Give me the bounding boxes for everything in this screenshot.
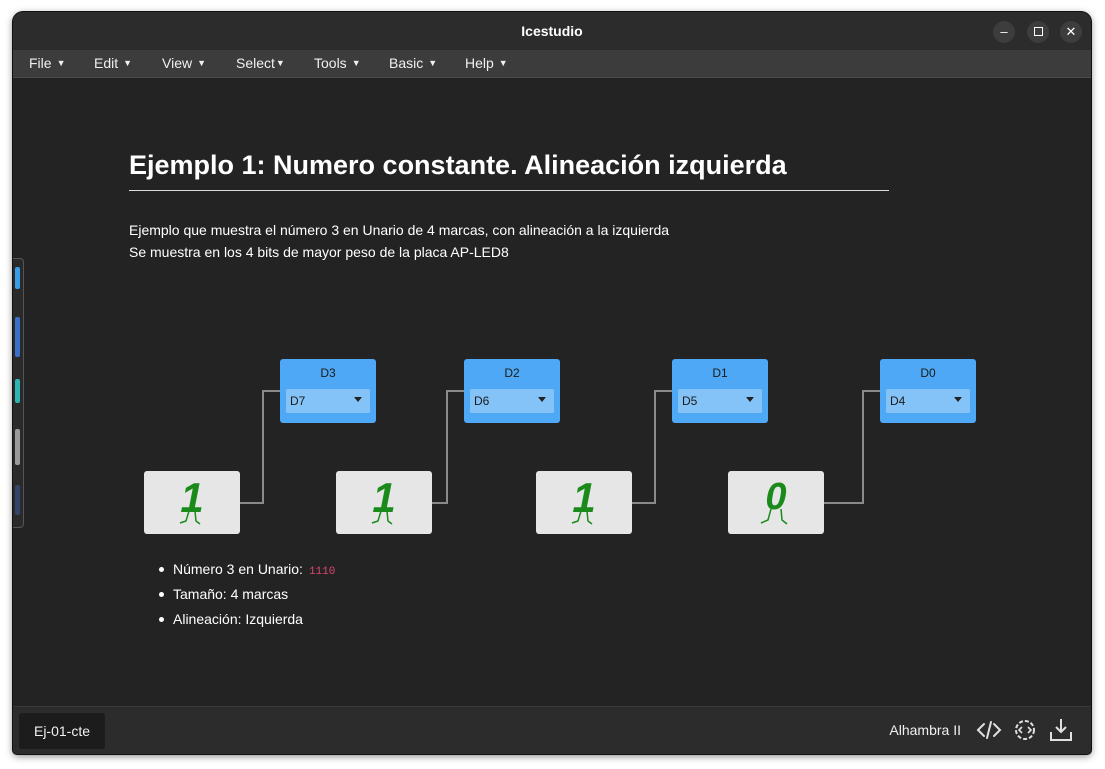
- bullet: [159, 617, 164, 622]
- board-selector[interactable]: Alhambra II: [889, 722, 961, 738]
- list-item: Tamaño: 4 marcas: [159, 586, 335, 611]
- wire: [824, 390, 881, 504]
- output-label: D0: [920, 366, 936, 380]
- caret-down-icon: ▼: [123, 58, 133, 68]
- menu-tools[interactable]: Tools ▼: [314, 55, 361, 71]
- caret-down-icon: ▼: [197, 58, 207, 68]
- output-label: D2: [504, 366, 520, 380]
- svg-text:0: 0: [765, 476, 786, 518]
- gear-code-icon[interactable]: [1011, 716, 1039, 744]
- wire: [432, 390, 465, 504]
- bullet: [159, 567, 164, 572]
- output-label: D3: [320, 366, 336, 380]
- dock-icon[interactable]: [15, 379, 20, 403]
- dropdown-arrow-icon: [954, 397, 962, 402]
- title-bar[interactable]: Icestudio – ✕: [13, 12, 1091, 50]
- close-button[interactable]: ✕: [1060, 21, 1082, 43]
- pin-select[interactable]: D5: [678, 389, 762, 413]
- output-block-d2[interactable]: D2 D6: [464, 359, 560, 423]
- wire: [240, 390, 281, 504]
- menu-edit[interactable]: Edit ▼: [94, 55, 132, 71]
- list-item: Alineación: Izquierda: [159, 611, 335, 636]
- dock-icon[interactable]: [15, 429, 20, 465]
- output-block-d3[interactable]: D3 D7: [280, 359, 376, 423]
- output-block-d0[interactable]: D0 D4: [880, 359, 976, 423]
- menu-bar: File ▼ Edit ▼ View ▼ Select▼ Tools ▼ Basic ▼ …: [13, 50, 1091, 78]
- app-window: Icestudio – ✕ File ▼ Edit ▼ View ▼ Select▼ …: [13, 12, 1091, 754]
- maximize-button[interactable]: [1027, 21, 1049, 43]
- caret-down-icon: ▼: [351, 58, 361, 68]
- status-bar: Ej-01-cte Alhambra II: [13, 706, 1091, 754]
- minimize-button[interactable]: –: [993, 21, 1015, 43]
- caret-down-icon: ▼: [498, 58, 508, 68]
- caret-down-icon: ▼: [56, 58, 66, 68]
- list-item: Número 3 en Unario: 1110: [159, 561, 336, 586]
- menu-select[interactable]: Select▼: [236, 55, 285, 71]
- side-dock: [13, 258, 24, 528]
- dropdown-arrow-icon: [538, 397, 546, 402]
- maximize-icon: [1033, 27, 1043, 37]
- digit-zero-icon: 0: [760, 476, 788, 525]
- bullet: [159, 592, 164, 597]
- svg-text:1: 1: [180, 474, 203, 521]
- dropdown-arrow-icon: [746, 397, 754, 402]
- code-icon[interactable]: [975, 716, 1003, 744]
- constant-block-1[interactable]: 1: [144, 471, 240, 534]
- caret-down-icon: ▼: [428, 58, 438, 68]
- output-label: D1: [712, 366, 728, 380]
- constant-block-2[interactable]: 1: [336, 471, 432, 534]
- pin-select[interactable]: D7: [286, 389, 370, 413]
- digit-one-icon: 1: [571, 474, 596, 525]
- menu-help[interactable]: Help ▼: [465, 55, 508, 71]
- constant-block-3[interactable]: 1: [536, 471, 632, 534]
- wire: [632, 390, 673, 504]
- close-icon: ✕: [1065, 24, 1077, 39]
- notes-list: Número 3 en Unario: 1110 Tamaño: 4 marcas…: [159, 561, 336, 636]
- menu-view[interactable]: View ▼: [162, 55, 206, 71]
- caret-down-icon: ▼: [275, 58, 285, 68]
- dropdown-arrow-icon: [354, 397, 362, 402]
- digit-one-icon: 1: [179, 474, 204, 525]
- svg-text:1: 1: [572, 474, 595, 521]
- dock-icon[interactable]: [15, 317, 20, 357]
- svg-text:1: 1: [372, 474, 395, 521]
- dock-icon[interactable]: [15, 267, 20, 289]
- pin-select[interactable]: D6: [470, 389, 554, 413]
- dock-icon[interactable]: [15, 485, 20, 515]
- code-value: 1110: [308, 566, 336, 578]
- design-tab[interactable]: Ej-01-cte: [19, 713, 105, 749]
- pin-select[interactable]: D4: [886, 389, 970, 413]
- constant-block-4[interactable]: 0: [728, 471, 824, 534]
- download-icon[interactable]: [1047, 716, 1075, 744]
- digit-one-icon: 1: [371, 474, 396, 525]
- menu-file[interactable]: File ▼: [29, 55, 65, 71]
- window-title: Icestudio: [521, 23, 583, 39]
- minimize-icon: –: [1000, 24, 1008, 39]
- output-block-d1[interactable]: D1 D5: [672, 359, 768, 423]
- menu-basic[interactable]: Basic ▼: [389, 55, 437, 71]
